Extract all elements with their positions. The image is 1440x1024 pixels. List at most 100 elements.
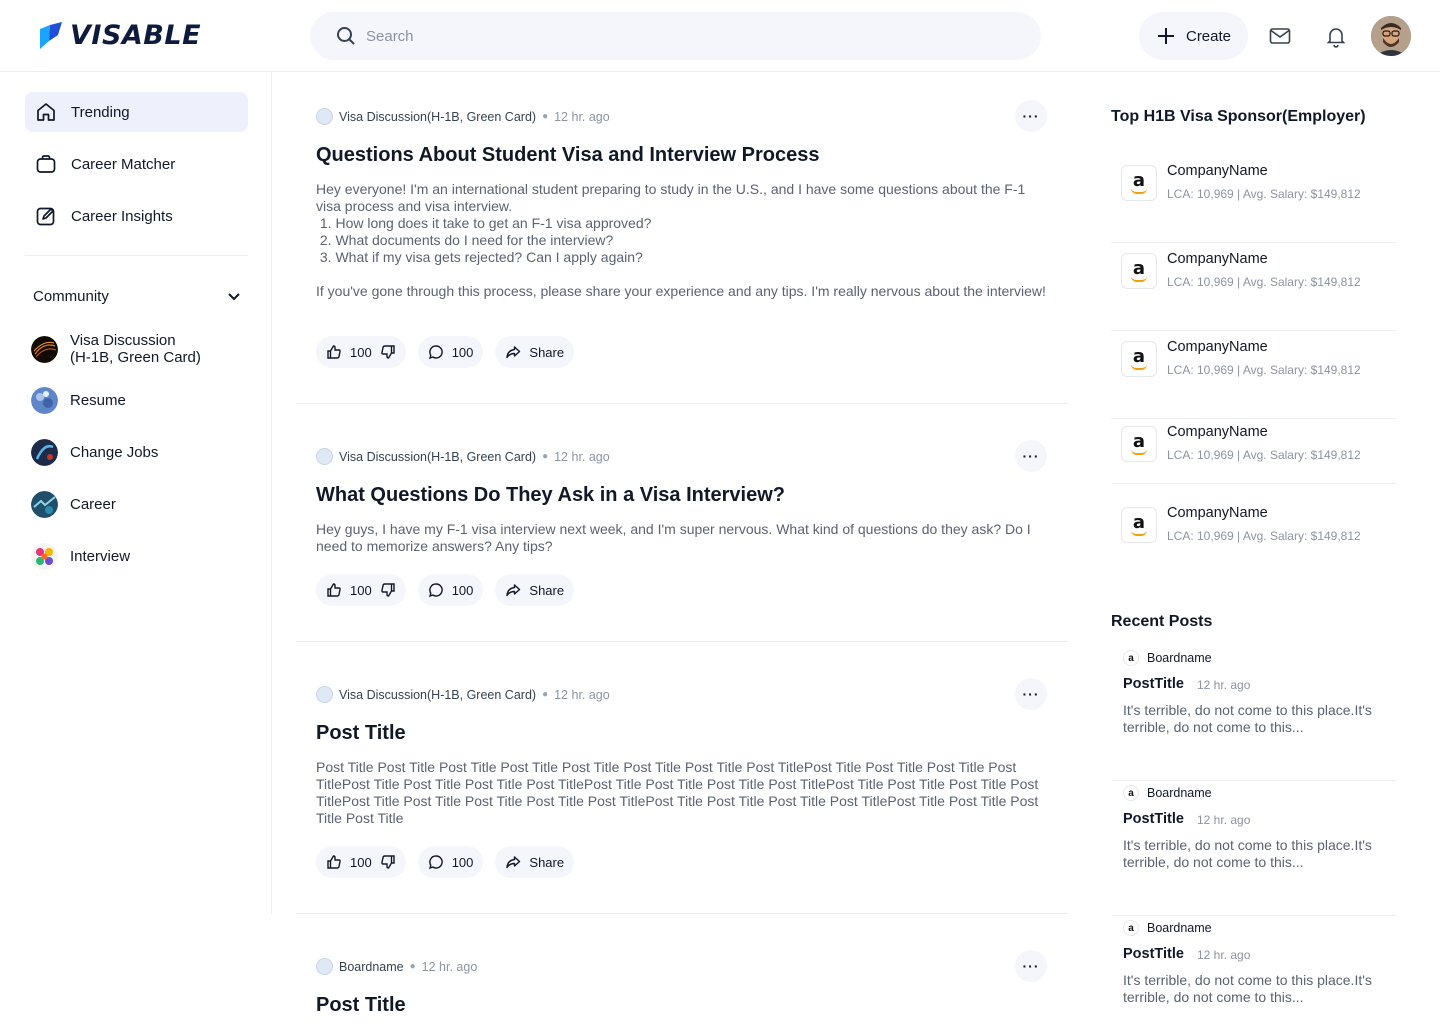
user-avatar[interactable] <box>1371 16 1411 56</box>
vote-button[interactable]: 100 <box>316 846 406 878</box>
community-item-visa-discussion[interactable]: Visa Discussion (H-1B, Green Card) <box>31 332 248 366</box>
company-stats: LCA: 10,969 | Avg. Salary: $149,812 <box>1167 529 1361 543</box>
more-icon: ··· <box>1022 686 1040 702</box>
post-time: 12 hr. ago <box>554 449 610 464</box>
company-logo-icon: a <box>1121 507 1157 543</box>
post-board[interactable]: Visa Discussion(H-1B, Green Card) <box>339 450 536 464</box>
thumbs-up-icon <box>327 345 341 359</box>
company-logo-icon: a <box>1121 253 1157 289</box>
nav-item-career-insights[interactable]: Career Insights <box>25 196 248 236</box>
more-options-button[interactable]: ··· <box>1015 950 1047 982</box>
post-divider <box>296 913 1068 914</box>
post-title[interactable]: What Questions Do They Ask in a Visa Int… <box>316 484 785 507</box>
recent-post-item[interactable]: a Boardname PostTitle 12 hr. ago It's te… <box>1111 646 1396 781</box>
recent-post-title: PostTitle <box>1123 676 1184 692</box>
post-meta: Boardname ● 12 hr. ago <box>316 958 477 975</box>
share-button[interactable]: Share <box>495 574 575 606</box>
sponsor-item[interactable]: a CompanyName LCA: 10,969 | Avg. Salary:… <box>1111 416 1396 484</box>
more-icon: ··· <box>1022 448 1040 464</box>
post-board[interactable]: Visa Discussion(H-1B, Green Card) <box>339 688 536 702</box>
community-label-visa-discussion: Visa Discussion (H-1B, Green Card) <box>70 332 201 366</box>
sidebar-divider <box>25 255 248 256</box>
share-button[interactable]: Share <box>495 846 575 878</box>
comment-button[interactable]: 100 <box>417 846 484 878</box>
sponsors-title: Top H1B Visa Sponsor(Employer) <box>1111 108 1366 125</box>
sponsor-item[interactable]: a CompanyName LCA: 10,969 | Avg. Salary:… <box>1111 243 1396 331</box>
search-bar[interactable] <box>310 12 1041 60</box>
nav-item-trending[interactable]: Trending <box>25 92 248 132</box>
post-title[interactable]: Post Title <box>316 994 406 1017</box>
post-title[interactable]: Post Title <box>316 722 406 745</box>
post-body: Post Title Post Title Post Title Post Ti… <box>316 759 1042 826</box>
more-options-button[interactable]: ··· <box>1015 100 1047 132</box>
post-card[interactable]: Visa Discussion(H-1B, Green Card) ● 12 h… <box>296 440 1068 640</box>
create-button[interactable]: Create <box>1139 12 1248 60</box>
nav-label-career-matcher: Career Matcher <box>71 155 176 173</box>
thumbs-up-icon <box>327 583 341 597</box>
community-label-career: Career <box>70 496 116 513</box>
sponsor-item[interactable]: a CompanyName LCA: 10,969 | Avg. Salary:… <box>1111 497 1396 585</box>
edit-icon <box>36 207 55 226</box>
recent-post-board: a Boardname <box>1123 650 1212 666</box>
vote-button[interactable]: 100 <box>316 336 406 368</box>
thumbs-down-icon[interactable] <box>380 344 396 360</box>
community-label-line2: (H-1B, Green Card) <box>70 349 201 366</box>
share-label: Share <box>529 854 565 870</box>
notifications-button[interactable] <box>1324 24 1348 48</box>
post-card[interactable]: Boardname ● 12 hr. ago ··· Post Title <box>296 950 1068 1024</box>
community-avatar-career <box>31 491 58 518</box>
vote-button[interactable]: 100 <box>316 574 406 606</box>
board-logo-icon: a <box>1123 785 1139 801</box>
recent-post-item[interactable]: a Boardname PostTitle 12 hr. ago It's te… <box>1111 781 1396 916</box>
sponsor-item[interactable]: a CompanyName LCA: 10,969 | Avg. Salary:… <box>1111 331 1396 419</box>
nav-item-career-matcher[interactable]: Career Matcher <box>25 144 248 184</box>
recent-post-item[interactable]: a Boardname PostTitle 12 hr. ago It's te… <box>1111 916 1396 1024</box>
thumbs-down-icon[interactable] <box>380 582 396 598</box>
community-item-resume[interactable]: Resume <box>31 387 248 414</box>
post-card[interactable]: Visa Discussion(H-1B, Green Card) ● 12 h… <box>296 100 1068 403</box>
more-options-button[interactable]: ··· <box>1015 678 1047 710</box>
recent-post-time: 12 hr. ago <box>1197 948 1251 962</box>
board-logo-icon: a <box>1123 920 1139 936</box>
recent-post-body: It's terrible, do not come to this place… <box>1123 837 1372 870</box>
recent-board-name: Boardname <box>1147 921 1212 935</box>
company-stats: LCA: 10,969 | Avg. Salary: $149,812 <box>1167 363 1361 377</box>
community-item-interview[interactable]: Interview <box>31 543 248 570</box>
mail-button[interactable] <box>1268 24 1292 48</box>
share-label: Share <box>529 344 565 360</box>
post-meta: Visa Discussion(H-1B, Green Card) ● 12 h… <box>316 108 610 125</box>
post-board[interactable]: Visa Discussion(H-1B, Green Card) <box>339 110 536 124</box>
share-button[interactable]: Share <box>495 336 575 368</box>
home-icon <box>37 103 55 121</box>
more-options-button[interactable]: ··· <box>1015 440 1047 472</box>
left-sidebar: Trending Career Matcher Career Insights … <box>0 72 272 914</box>
search-input[interactable] <box>366 27 966 45</box>
recent-post-body: It's terrible, do not come to this place… <box>1123 972 1372 1005</box>
company-name: CompanyName <box>1167 424 1268 440</box>
community-toggle[interactable]: Community <box>25 284 248 308</box>
recent-post-title: PostTitle <box>1123 946 1184 962</box>
post-title[interactable]: Questions About Student Visa and Intervi… <box>316 144 819 167</box>
company-logo-icon: a <box>1121 165 1157 201</box>
bag-icon <box>36 155 56 173</box>
community-item-career[interactable]: Career <box>31 491 248 518</box>
post-actions: 100 100 Share <box>316 574 575 606</box>
top-bar: VISABLE Create <box>0 0 1440 72</box>
post-card[interactable]: Visa Discussion(H-1B, Green Card) ● 12 h… <box>296 678 1068 912</box>
recent-post-body: It's terrible, do not come to this place… <box>1123 702 1372 735</box>
more-icon: ··· <box>1022 958 1040 974</box>
sponsor-item[interactable]: a CompanyName LCA: 10,969 | Avg. Salary:… <box>1111 155 1396 243</box>
community-item-change-jobs[interactable]: Change Jobs <box>31 439 248 466</box>
community-label-interview: Interview <box>70 548 131 565</box>
like-count: 100 <box>350 344 372 360</box>
logo-mark-icon <box>40 21 62 49</box>
community-avatar-interview <box>31 543 58 570</box>
comment-button[interactable]: 100 <box>417 336 484 368</box>
like-count: 100 <box>350 854 372 870</box>
post-board[interactable]: Boardname <box>339 960 404 974</box>
thumbs-down-icon[interactable] <box>380 854 396 870</box>
post-actions: 100 100 Share <box>316 846 575 878</box>
comment-button[interactable]: 100 <box>417 574 484 606</box>
logo[interactable]: VISABLE <box>36 20 201 51</box>
board-icon <box>316 448 333 465</box>
